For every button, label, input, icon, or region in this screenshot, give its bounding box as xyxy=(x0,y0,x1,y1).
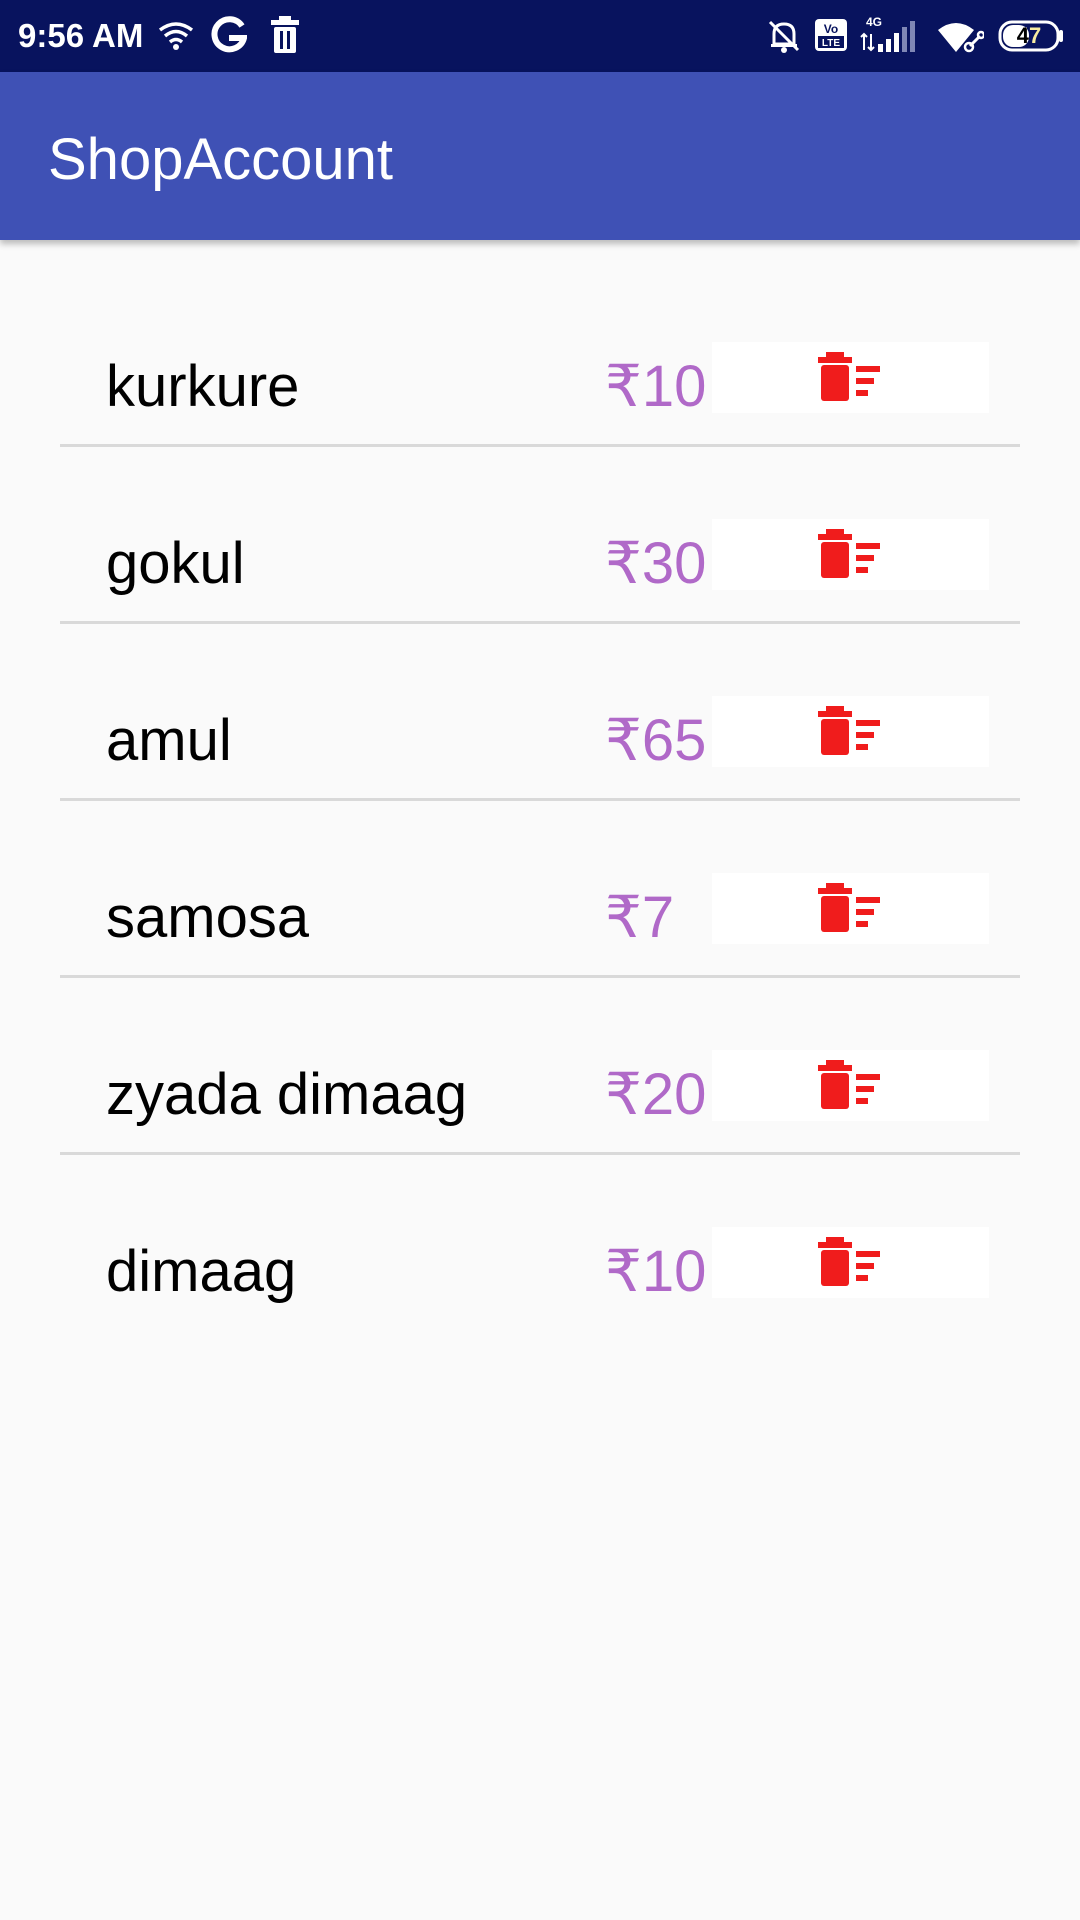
list-item: zyada dimaag ₹20 xyxy=(0,948,1080,1155)
delete-button[interactable] xyxy=(712,519,989,590)
item-price: ₹30 xyxy=(605,531,707,596)
item-name: zyada dimaag xyxy=(106,1062,468,1127)
delete-sweep-icon xyxy=(818,529,882,579)
delete-button[interactable] xyxy=(712,696,989,767)
item-name: samosa xyxy=(106,885,310,950)
status-bar: 9:56 AM Vo LTE 4G 47 xyxy=(0,0,1080,72)
list-item: amul ₹65 xyxy=(0,594,1080,801)
item-price: ₹65 xyxy=(605,708,707,773)
svg-text:LTE: LTE xyxy=(822,38,840,49)
item-price: ₹20 xyxy=(605,1062,707,1127)
item-price: ₹7 xyxy=(605,885,675,950)
delete-sweep-icon xyxy=(818,1060,882,1110)
trash-notification-icon xyxy=(270,16,300,54)
app-bar: ShopAccount xyxy=(0,72,1080,240)
list-item: gokul ₹30 xyxy=(0,417,1080,624)
list-item: dimaag ₹10 xyxy=(0,1125,1080,1304)
google-icon xyxy=(211,16,247,54)
app-title: ShopAccount xyxy=(48,127,394,192)
svg-text:Vo: Vo xyxy=(824,22,838,36)
battery-icon: 47 xyxy=(998,20,1064,52)
list-item: kurkure ₹10 xyxy=(0,240,1080,447)
wifi-icon xyxy=(158,20,194,50)
delete-button[interactable] xyxy=(712,1227,989,1298)
mute-icon xyxy=(766,18,802,54)
item-price: ₹10 xyxy=(605,354,707,419)
signal-icon: 4G xyxy=(860,14,920,54)
item-name: amul xyxy=(106,708,232,773)
status-time: 9:56 AM xyxy=(18,17,144,54)
volte-icon: Vo LTE xyxy=(814,18,848,52)
delete-button[interactable] xyxy=(712,873,989,944)
svg-text:4G: 4G xyxy=(866,15,882,29)
list-item: samosa ₹7 xyxy=(0,771,1080,978)
delete-sweep-icon xyxy=(818,1237,882,1287)
item-price: ₹10 xyxy=(605,1239,707,1304)
item-name: dimaag xyxy=(106,1239,297,1304)
wifi-link-icon xyxy=(936,18,984,54)
delete-button[interactable] xyxy=(712,1050,989,1121)
item-name: gokul xyxy=(106,531,245,596)
delete-sweep-icon xyxy=(818,883,882,933)
battery-level: 47 xyxy=(1016,23,1042,48)
delete-sweep-icon xyxy=(818,352,882,402)
item-name: kurkure xyxy=(106,354,300,419)
delete-sweep-icon xyxy=(818,706,882,756)
delete-button[interactable] xyxy=(712,342,989,413)
